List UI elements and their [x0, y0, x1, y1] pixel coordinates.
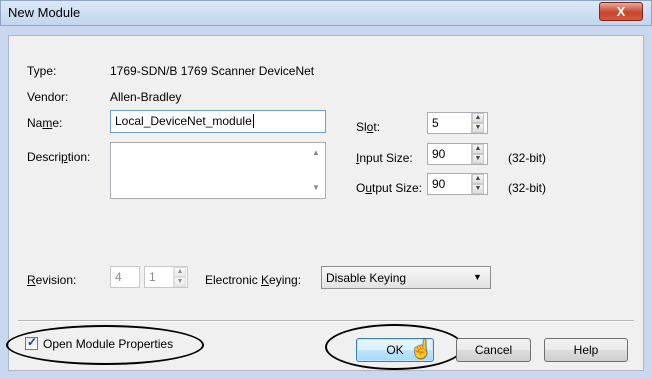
- separator-line: [18, 320, 634, 322]
- highlight-ellipse-checkbox: [6, 325, 204, 365]
- revision-label: Revision:: [27, 273, 77, 287]
- name-input[interactable]: Local_DeviceNet_module: [110, 110, 326, 133]
- close-icon: X: [616, 4, 626, 19]
- output-size-unit: (32-bit): [508, 181, 547, 195]
- help-button[interactable]: Help: [544, 338, 628, 362]
- window-title: New Module: [8, 5, 81, 20]
- scroll-down-icon[interactable]: ▼: [312, 183, 320, 192]
- electronic-keying-label: Electronic Keying:: [205, 273, 302, 287]
- spin-up-icon[interactable]: ▲: [472, 144, 484, 154]
- input-size-label: Input Size:: [356, 151, 413, 165]
- input-size-unit: (32-bit): [508, 151, 547, 165]
- spin-down-icon[interactable]: ▼: [472, 154, 484, 164]
- vendor-value: Allen-Bradley: [110, 90, 182, 104]
- spin-down-icon[interactable]: ▼: [472, 184, 484, 194]
- input-size-spinner[interactable]: ▲ ▼: [471, 144, 484, 164]
- description-scrollbar[interactable]: ▲ ▼: [307, 143, 325, 198]
- revision-major-field[interactable]: 4: [110, 266, 140, 288]
- close-button[interactable]: X: [599, 2, 643, 21]
- electronic-keying-select[interactable]: Disable Keying: [321, 266, 491, 289]
- spin-up-icon[interactable]: ▲: [472, 174, 484, 184]
- new-module-dialog: New Module X Type: 1769-SDN/B 1769 Scann…: [0, 0, 652, 379]
- scroll-up-icon[interactable]: ▲: [312, 148, 320, 157]
- output-size-label: Output Size:: [356, 181, 423, 195]
- output-size-spinner[interactable]: ▲ ▼: [471, 174, 484, 194]
- slot-spinner[interactable]: ▲ ▼: [471, 113, 484, 133]
- spin-up-icon[interactable]: ▲: [472, 113, 484, 123]
- spin-up-icon[interactable]: ▲: [174, 267, 186, 277]
- cancel-button[interactable]: Cancel: [456, 338, 531, 362]
- spin-down-icon[interactable]: ▼: [472, 123, 484, 133]
- vendor-label: Vendor:: [27, 90, 69, 104]
- highlight-ellipse-ok: [325, 324, 464, 370]
- description-textarea[interactable]: [110, 142, 326, 199]
- type-value: 1769-SDN/B 1769 Scanner DeviceNet: [110, 64, 315, 78]
- description-label: Description:: [27, 150, 91, 164]
- name-label: Name:: [27, 116, 63, 130]
- chevron-down-icon[interactable]: ▼: [473, 272, 482, 282]
- revision-spinner[interactable]: ▲ ▼: [173, 267, 186, 287]
- title-bar: [0, 0, 652, 26]
- spin-down-icon[interactable]: ▼: [174, 277, 186, 287]
- slot-label: Slot:: [356, 120, 381, 134]
- type-label: Type:: [27, 64, 57, 78]
